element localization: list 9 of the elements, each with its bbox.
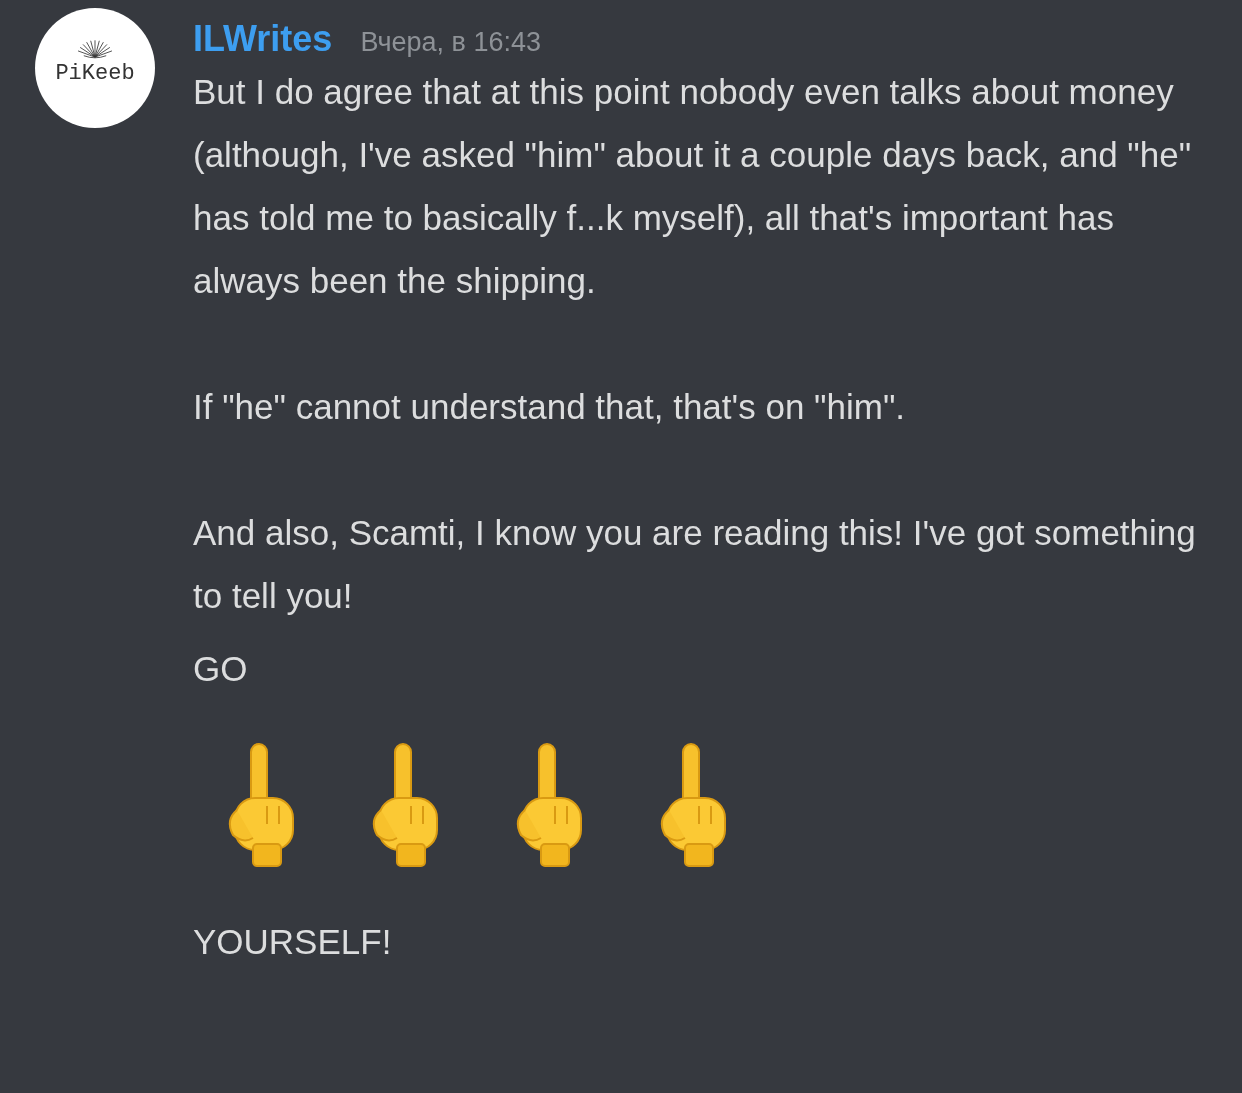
avatar-text: PiKeeb bbox=[55, 60, 135, 86]
avatar[interactable]: PiKeeb bbox=[35, 8, 155, 128]
username[interactable]: ILWrites bbox=[193, 18, 333, 60]
message-text: YOURSELF! bbox=[193, 921, 393, 963]
message-text: But I do agree that at this point nobody even talks about money (although, I've asked "him" about it a couple days back, and "he" has told me to basically f...k myself), all that's important has always been the shipping. bbox=[193, 71, 1193, 302]
message-text: And also, Scamti, I know you are reading this! I've got something to tell you! bbox=[193, 512, 1197, 617]
message-text: GO bbox=[193, 648, 249, 690]
message-text: If "he" cannot understand that, that's on "him". bbox=[193, 386, 907, 428]
timestamp: Вчера, в 16:43 bbox=[360, 27, 542, 58]
